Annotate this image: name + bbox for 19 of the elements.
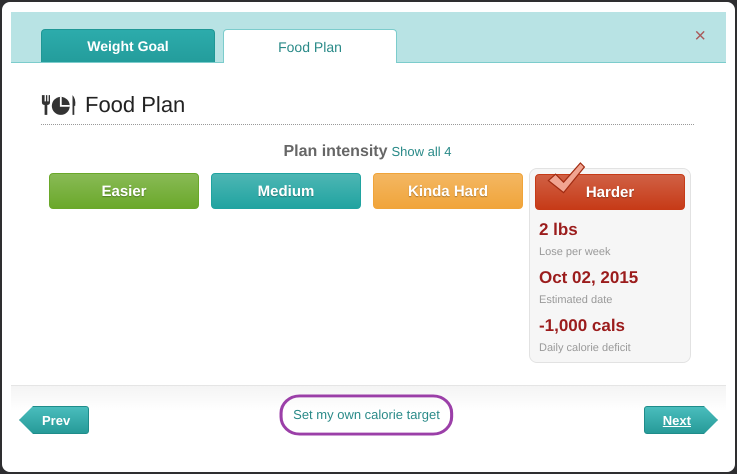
intensity-button[interactable]: Medium [211,173,361,209]
detail-caption: Estimated date [539,294,614,306]
page-heading: Food Plan [85,92,186,118]
tab[interactable]: Weight Goal [41,29,215,62]
intensity-button[interactable]: Easier [49,173,199,209]
detail-value: 2 lbs [539,220,579,240]
plate-cutlery-icon [41,93,77,117]
show-all-link[interactable]: Show all 4 [392,144,452,159]
detail-value: Oct 02, 2015 [539,268,640,288]
close-button[interactable]: × [694,26,706,46]
prev-button[interactable]: Prev [19,406,90,434]
next-button[interactable]: Next [644,406,718,434]
tab[interactable]: Food Plan [223,29,397,63]
section-label: Plan intensity [283,143,388,160]
detail-value: -1,000 cals [539,316,626,336]
intensity-button[interactable]: Kinda Hard [373,173,523,209]
intensity-button[interactable]: Harder [535,174,685,210]
detail-caption: Daily calorie deficit [539,342,632,354]
detail-caption: Lose per week [539,246,612,258]
